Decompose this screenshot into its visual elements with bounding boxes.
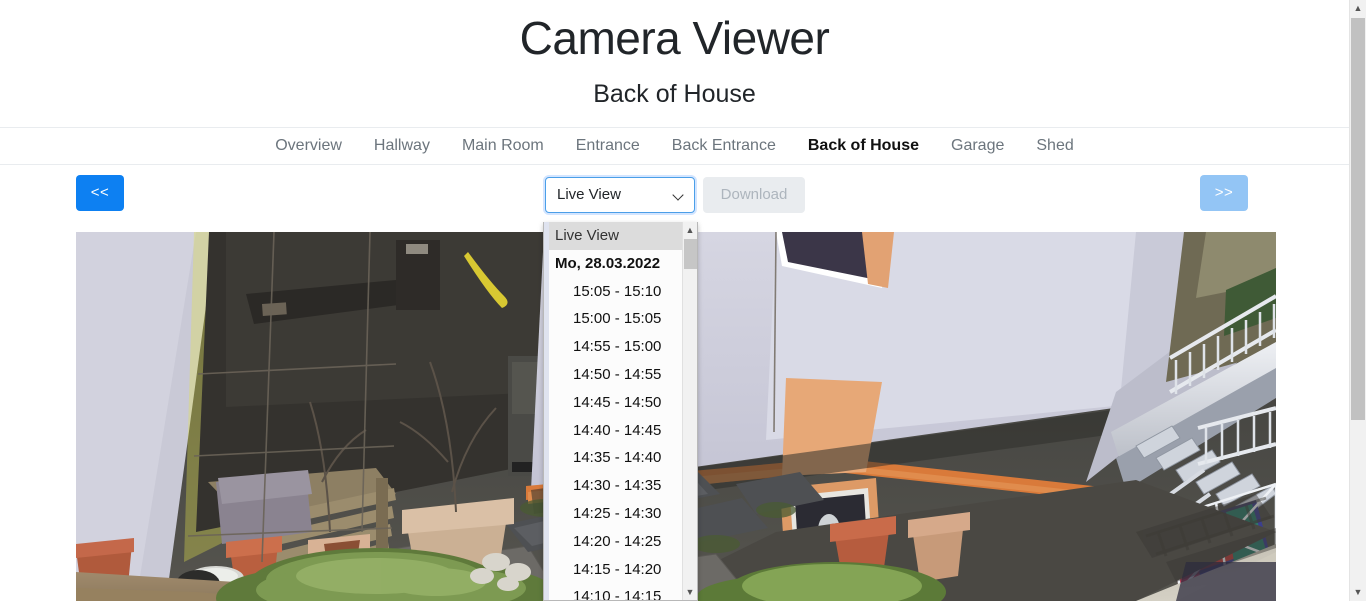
page-root: Camera Viewer Back of House Overview Hall… xyxy=(0,0,1366,601)
dropdown-option[interactable]: 14:30 - 14:35 xyxy=(549,472,682,500)
dropdown-scrollbar[interactable]: ▲ ▼ xyxy=(682,222,697,600)
chevron-down-icon[interactable]: ▼ xyxy=(683,584,697,600)
dropdown-option[interactable]: 14:50 - 14:55 xyxy=(549,361,682,389)
dropdown-option-list: Live View Mo, 28.03.2022 15:05 - 15:10 15:0… xyxy=(549,222,682,600)
chevron-up-icon[interactable]: ▲ xyxy=(1350,0,1366,17)
chevron-down-icon[interactable]: ▼ xyxy=(1350,584,1366,601)
page-scrollbar-thumb[interactable] xyxy=(1351,18,1365,420)
nav-tab-overview[interactable]: Overview xyxy=(259,128,358,164)
clip-select[interactable]: Live View xyxy=(545,176,695,213)
nav-tab-hallway[interactable]: Hallway xyxy=(358,128,446,164)
nav-tab-shed[interactable]: Shed xyxy=(1020,128,1089,164)
page-title: Camera Viewer xyxy=(519,12,830,64)
toolbar-center-group: Live View Download xyxy=(545,176,805,213)
dropdown-option[interactable]: 14:45 - 14:50 xyxy=(549,389,682,417)
dropdown-option[interactable]: 14:25 - 14:30 xyxy=(549,500,682,528)
camera-name-subtitle: Back of House xyxy=(593,79,756,108)
chevron-up-icon[interactable]: ▲ xyxy=(683,222,697,238)
dropdown-option[interactable]: 15:05 - 15:10 xyxy=(549,278,682,306)
download-button[interactable]: Download xyxy=(703,176,805,213)
clip-select-wrapper: Live View xyxy=(545,176,695,213)
clip-select-dropdown[interactable]: Live View Mo, 28.03.2022 15:05 - 15:10 15:0… xyxy=(543,222,698,601)
clip-select-value: Live View xyxy=(557,186,621,204)
page-scrollbar[interactable]: ▲ ▼ xyxy=(1349,0,1366,601)
playback-toolbar: << Live View Download >> xyxy=(0,165,1349,222)
dropdown-option[interactable]: 14:15 - 14:20 xyxy=(549,556,682,584)
nav-tab-main-room[interactable]: Main Room xyxy=(446,128,560,164)
nav-tab-garage[interactable]: Garage xyxy=(935,128,1020,164)
nav-tab-back-of-house[interactable]: Back of House xyxy=(792,128,935,164)
dropdown-option[interactable]: 14:10 - 14:15 xyxy=(549,583,682,600)
dropdown-scrollbar-thumb[interactable] xyxy=(684,239,697,269)
previous-clip-button[interactable]: << xyxy=(76,174,124,211)
camera-nav-tabs: Overview Hallway Main Room Entrance Back Ent… xyxy=(0,126,1349,165)
chevron-down-icon xyxy=(674,190,684,200)
dropdown-option[interactable]: 14:55 - 15:00 xyxy=(549,333,682,361)
page-header: Camera Viewer Back of House xyxy=(0,0,1349,109)
dropdown-option[interactable]: 15:00 - 15:05 xyxy=(549,305,682,333)
dropdown-option[interactable]: 14:35 - 14:40 xyxy=(549,444,682,472)
nav-tab-back-entrance[interactable]: Back Entrance xyxy=(656,128,792,164)
dropdown-option[interactable]: 14:20 - 14:25 xyxy=(549,528,682,556)
dropdown-group-header: Mo, 28.03.2022 xyxy=(555,254,661,272)
next-clip-button[interactable]: >> xyxy=(1200,174,1248,211)
dropdown-option[interactable]: Live View xyxy=(549,222,682,250)
dropdown-option[interactable]: 14:40 - 14:45 xyxy=(549,417,682,445)
page-content: Camera Viewer Back of House Overview Hall… xyxy=(0,0,1349,601)
nav-tab-entrance[interactable]: Entrance xyxy=(560,128,656,164)
